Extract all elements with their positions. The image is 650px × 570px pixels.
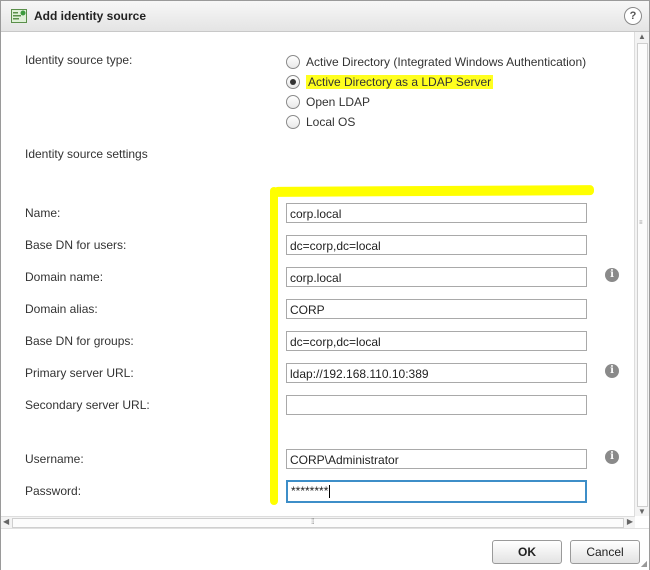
secondary-server-url-input[interactable] [286,395,587,415]
radio-label: Active Directory (Integrated Windows Aut… [306,55,587,69]
radio-label: Active Directory as a LDAP Server [306,75,494,89]
radio-label: Open LDAP [306,95,371,109]
domain-alias-input[interactable]: CORP [286,299,587,319]
help-button[interactable]: ? [624,7,642,25]
radio-active-directory-iwa[interactable]: Active Directory (Integrated Windows Aut… [286,54,586,70]
radio-local-os[interactable]: Local OS [286,114,355,130]
grip-icon: ⁞⁞ [311,517,315,526]
base-dn-users-input[interactable]: dc=corp,dc=local [286,235,587,255]
base-dn-users-label: Base DN for users: [25,238,127,252]
radio-active-directory-ldap[interactable]: Active Directory as a LDAP Server [286,74,494,90]
radio-open-ldap[interactable]: Open LDAP [286,94,370,110]
vertical-scrollbar[interactable]: ▲ ≡ ▼ [634,32,649,516]
horizontal-scrollbar[interactable]: ◀ ⁞⁞ ▶ [1,516,635,528]
text-cursor [329,485,331,499]
scroll-left-icon[interactable]: ◀ [3,517,9,526]
radio-button-icon[interactable] [286,115,300,129]
dialog-footer: OK Cancel ◢ [1,528,649,570]
annotation-highlight-left [270,187,278,505]
password-masked-value: ******** [291,484,329,498]
username-input[interactable]: CORP\Administrator [286,449,587,469]
ok-button[interactable]: OK [492,540,562,564]
name-label: Name: [25,206,61,220]
password-input[interactable]: ******** [286,480,587,503]
domain-name-input[interactable]: corp.local [286,267,587,287]
base-dn-groups-label: Base DN for groups: [25,334,134,348]
identity-source-type-label: Identity source type: [25,53,133,67]
dialog-title: Add identity source [34,9,147,23]
scroll-down-icon[interactable]: ▼ [638,507,646,516]
domain-name-info-icon[interactable]: i [605,268,619,282]
password-label: Password: [25,484,82,498]
scroll-up-icon[interactable]: ▲ [638,32,646,41]
primary-url-info-icon[interactable]: i [605,364,619,378]
secondary-server-url-label: Secondary server URL: [25,398,150,412]
radio-button-selected-icon[interactable] [286,75,300,89]
cancel-button[interactable]: Cancel [570,540,640,564]
add-identity-source-dialog: Add identity source ? Identity source ty… [0,0,650,570]
vertical-scroll-thumb[interactable] [637,43,648,507]
radio-button-icon[interactable] [286,95,300,109]
radio-label: Local OS [306,115,356,129]
radio-button-icon[interactable] [286,55,300,69]
primary-server-url-input[interactable]: ldap://192.168.110.10:389 [286,363,587,383]
primary-server-url-label: Primary server URL: [25,366,134,380]
resize-grip-icon[interactable]: ◢ [641,559,647,568]
grip-icon: ≡ [639,220,643,226]
domain-alias-label: Domain alias: [25,302,98,316]
base-dn-groups-input[interactable]: dc=corp,dc=local [286,331,587,351]
name-input[interactable]: corp.local [286,203,587,223]
scroll-right-icon[interactable]: ▶ [627,517,633,526]
settings-section-header: Identity source settings [25,147,148,161]
horizontal-scroll-thumb[interactable] [12,518,624,528]
title-bar[interactable]: Add identity source ? [1,1,649,32]
username-info-icon[interactable]: i [605,450,619,464]
annotation-highlight-top [273,185,595,197]
domain-name-label: Domain name: [25,270,104,284]
identity-source-icon [11,9,27,23]
form-content: Identity source type: Active Directory (… [1,32,635,516]
username-label: Username: [25,452,84,466]
